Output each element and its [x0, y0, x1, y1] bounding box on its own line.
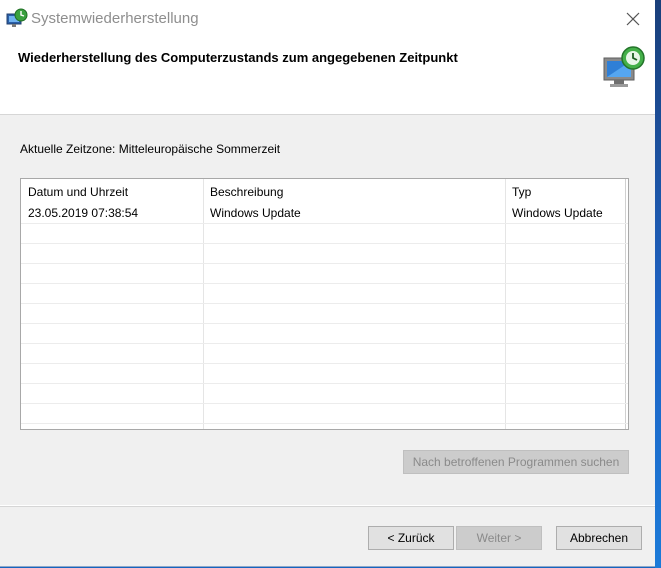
- row-divider: [21, 363, 628, 364]
- list-header: Datum und Uhrzeit ⌄ Beschreibung Typ: [21, 179, 628, 203]
- row-divider: [21, 303, 628, 304]
- cell-type: Windows Update: [512, 206, 603, 220]
- close-button[interactable]: [614, 4, 652, 34]
- row-divider: [21, 383, 628, 384]
- row-divider: [21, 423, 628, 424]
- back-button[interactable]: < Zurück: [368, 526, 454, 550]
- restore-points-list[interactable]: Datum und Uhrzeit ⌄ Beschreibung Typ 23.…: [20, 178, 629, 430]
- row-divider: [21, 343, 628, 344]
- system-restore-monitor-icon: [603, 46, 645, 87]
- desktop-background: [655, 0, 661, 568]
- header-title: Wiederherstellung des Computerzustands z…: [18, 50, 458, 65]
- row-divider: [21, 323, 628, 324]
- timezone-label: Aktuelle Zeitzone: Mitteleuropäische Som…: [20, 142, 281, 156]
- column-header-type[interactable]: Typ: [505, 179, 628, 203]
- row-divider: [21, 243, 628, 244]
- next-button[interactable]: Weiter >: [456, 526, 542, 550]
- cell-date: 23.05.2019 07:38:54: [28, 206, 139, 220]
- wizard-header: Wiederherstellung des Computerzustands z…: [0, 38, 655, 115]
- row-divider: [21, 403, 628, 404]
- table-row[interactable]: 23.05.2019 07:38:54 Windows Update Windo…: [21, 203, 628, 223]
- column-header-date[interactable]: Datum und Uhrzeit ⌄: [21, 179, 203, 203]
- cell-description: Windows Update: [210, 206, 301, 220]
- window-title: Systemwiederherstellung: [31, 10, 199, 27]
- content-area: Aktuelle Zeitzone: Mitteleuropäische Som…: [0, 115, 655, 505]
- row-divider: [21, 263, 628, 264]
- system-restore-window: Systemwiederherstellung Wiederherstellun…: [0, 0, 656, 567]
- column-header-description-label: Beschreibung: [210, 185, 284, 199]
- column-header-description[interactable]: Beschreibung: [203, 179, 505, 203]
- sort-arrow-icon: ⌄: [109, 185, 117, 195]
- row-divider: [21, 223, 628, 224]
- wizard-footer: < Zurück Weiter > Abbrechen: [0, 506, 655, 566]
- close-icon: [626, 12, 640, 26]
- cancel-button[interactable]: Abbrechen: [556, 526, 642, 550]
- system-restore-icon: [6, 8, 28, 27]
- title-bar: Systemwiederherstellung: [0, 0, 655, 38]
- row-divider: [21, 283, 628, 284]
- scan-affected-programs-button[interactable]: Nach betroffenen Programmen suchen: [403, 450, 629, 474]
- column-header-type-label: Typ: [512, 185, 532, 199]
